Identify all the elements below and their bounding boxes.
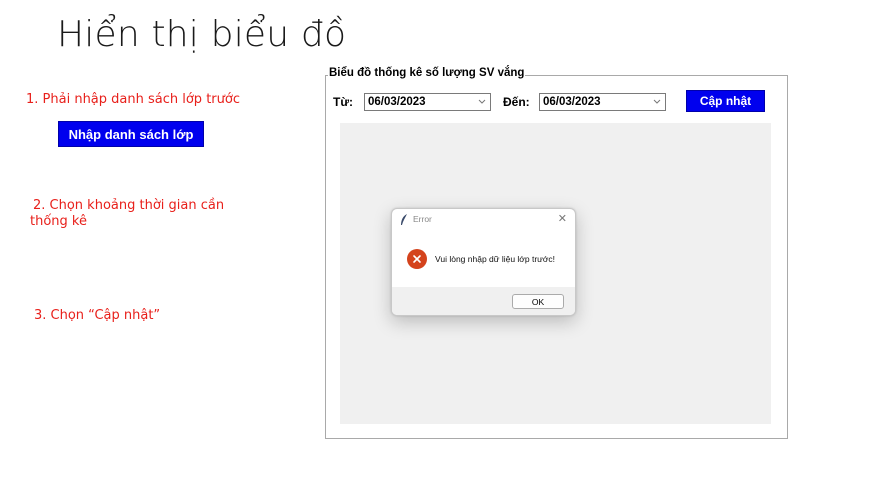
to-date-value: 06/03/2023 <box>543 96 601 108</box>
step-2-line-1: 2. Chọn khoảng thời gian cần <box>33 198 225 213</box>
to-label: Đến: <box>503 95 530 109</box>
from-date-picker[interactable]: 06/03/2023 <box>364 93 491 111</box>
dialog-footer: OK <box>392 287 575 315</box>
import-class-list-button[interactable]: Nhập danh sách lớp <box>58 121 204 147</box>
dialog-titlebar: Error ✕ <box>392 209 575 229</box>
step-1-instruction: 1. Phải nhập danh sách lớp trước <box>26 92 240 107</box>
from-date-value: 06/03/2023 <box>368 96 426 108</box>
chart-group-title: Biểu đồ thống kê số lượng SV vắng <box>328 67 526 79</box>
from-label: Từ: <box>333 95 354 109</box>
close-icon[interactable]: ✕ <box>558 212 567 225</box>
step-2-instruction: 2. Chọn khoảng thời gian cần thống kê <box>30 198 260 230</box>
chevron-down-icon[interactable] <box>653 96 661 111</box>
step-2-line-2: thống kê <box>30 214 87 229</box>
slide-title: Hiển thị biểu đồ <box>57 14 347 55</box>
dialog-message: Vui lòng nhập dữ liệu lớp trước! <box>435 254 556 264</box>
error-dialog: Error ✕ Vui lòng nhập dữ liệu lớp trước!… <box>391 208 576 316</box>
ok-button[interactable]: OK <box>512 294 564 309</box>
error-icon <box>407 249 427 269</box>
feather-icon <box>400 213 408 225</box>
update-button[interactable]: Cập nhật <box>686 90 765 112</box>
step-3-instruction: 3. Chọn “Cập nhật” <box>34 308 161 323</box>
to-date-picker[interactable]: 06/03/2023 <box>539 93 666 111</box>
dialog-title: Error <box>413 214 432 224</box>
chevron-down-icon[interactable] <box>478 96 486 111</box>
